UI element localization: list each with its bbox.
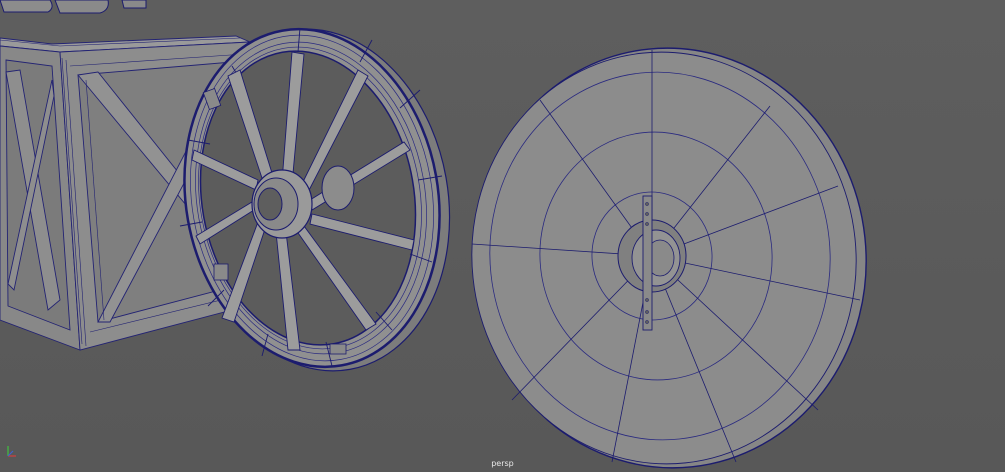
axis-icon xyxy=(7,446,16,457)
3d-viewport[interactable]: persp xyxy=(0,0,1005,472)
camera-label: persp xyxy=(491,459,514,468)
scene-canvas[interactable] xyxy=(0,0,1005,472)
